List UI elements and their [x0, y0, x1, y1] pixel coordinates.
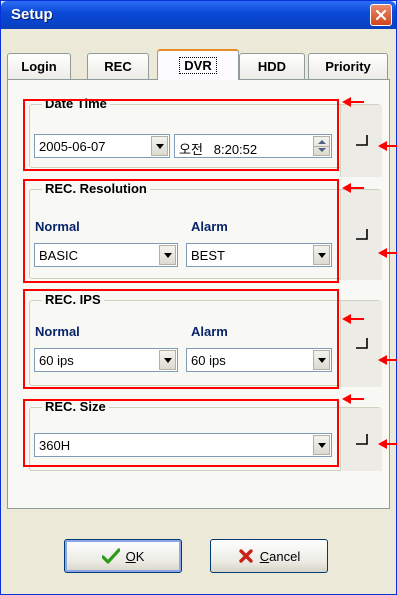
- x-mark-icon: [239, 549, 253, 563]
- chevron-down-icon: [163, 357, 172, 363]
- window-title: Setup: [11, 6, 53, 23]
- ips-alarm-value: 60 ips: [191, 353, 226, 368]
- resolution-alarm-label: Alarm: [191, 219, 228, 234]
- ips-normal-select[interactable]: 60 ips: [34, 348, 178, 372]
- annotation-arrow-size: [342, 394, 364, 404]
- ok-button[interactable]: OK: [64, 539, 182, 573]
- rec-size-select[interactable]: 360H: [34, 433, 332, 457]
- tab-dvr[interactable]: DVR: [157, 49, 239, 80]
- time-value: 오전 8:20:52: [179, 142, 258, 157]
- annotation-arrow-apply-size: [378, 439, 397, 449]
- tab-hdd[interactable]: HDD: [239, 53, 305, 79]
- chevron-down-icon: [317, 442, 326, 448]
- apply-resolution-button[interactable]: [340, 190, 382, 280]
- time-field[interactable]: 오전 8:20:52: [174, 134, 332, 158]
- chevron-down-icon: [163, 252, 172, 258]
- annotation-arrow-ips: [342, 314, 364, 324]
- tab-hdd-label: HDD: [257, 59, 287, 74]
- tab-rec[interactable]: REC: [87, 53, 149, 79]
- resolution-normal-value: BASIC: [39, 248, 79, 263]
- tab-dvr-label: DVR: [179, 57, 217, 74]
- ips-normal-value: 60 ips: [39, 353, 74, 368]
- title-bar[interactable]: Setup: [1, 1, 396, 29]
- time-spinner[interactable]: [313, 136, 330, 156]
- spin-down-icon[interactable]: [318, 148, 326, 152]
- rec-size-value: 360H: [39, 438, 71, 453]
- date-dropdown-button[interactable]: [151, 136, 168, 156]
- spin-up-icon[interactable]: [318, 140, 326, 144]
- tab-rec-label: REC: [104, 59, 132, 74]
- ips-normal-label: Normal: [35, 324, 80, 339]
- resolution-normal-label: Normal: [35, 219, 80, 234]
- resolution-alarm-select[interactable]: BEST: [186, 243, 332, 267]
- ips-normal-dropdown-button[interactable]: [159, 350, 176, 370]
- cancel-button[interactable]: Cancel: [210, 539, 328, 573]
- setup-window: Setup Login REC DVR HDD Priority Date Ti…: [0, 0, 397, 595]
- chevron-down-icon: [317, 357, 326, 363]
- resolution-normal-dropdown-button[interactable]: [159, 245, 176, 265]
- apply-date-time-button[interactable]: [340, 105, 382, 177]
- rec-ips-annotation-box: [23, 289, 339, 389]
- ips-alarm-dropdown-button[interactable]: [313, 350, 330, 370]
- annotation-arrow-date-time: [342, 97, 364, 107]
- ok-button-label: OK: [125, 548, 145, 564]
- annotation-arrow-resolution: [342, 183, 364, 193]
- chevron-down-icon: [317, 252, 326, 258]
- apply-size-button[interactable]: [340, 408, 382, 471]
- close-button[interactable]: [370, 4, 392, 26]
- annotation-arrow-apply-date-time: [378, 141, 397, 151]
- rec-size-dropdown-button[interactable]: [313, 435, 330, 455]
- tab-login-label: Login: [21, 59, 57, 74]
- enter-return-icon: [355, 338, 368, 349]
- tab-priority[interactable]: Priority: [308, 53, 388, 79]
- annotation-arrow-apply-resolution: [378, 248, 397, 258]
- tab-priority-label: Priority: [325, 59, 371, 74]
- enter-return-icon: [355, 433, 368, 445]
- resolution-alarm-dropdown-button[interactable]: [313, 245, 330, 265]
- date-value: 2005-06-07: [39, 139, 106, 154]
- annotation-arrow-apply-ips: [378, 355, 397, 365]
- ips-alarm-label: Alarm: [191, 324, 228, 339]
- check-icon: [101, 548, 120, 564]
- resolution-normal-select[interactable]: BASIC: [34, 243, 178, 267]
- ips-alarm-select[interactable]: 60 ips: [186, 348, 332, 372]
- tab-login[interactable]: Login: [7, 53, 71, 79]
- cancel-button-label: Cancel: [259, 548, 301, 564]
- enter-return-icon: [355, 229, 368, 240]
- resolution-alarm-value: BEST: [191, 248, 225, 263]
- enter-return-icon: [355, 135, 368, 146]
- chevron-down-icon: [155, 143, 164, 149]
- close-icon: [375, 9, 387, 21]
- date-picker[interactable]: 2005-06-07: [34, 134, 170, 158]
